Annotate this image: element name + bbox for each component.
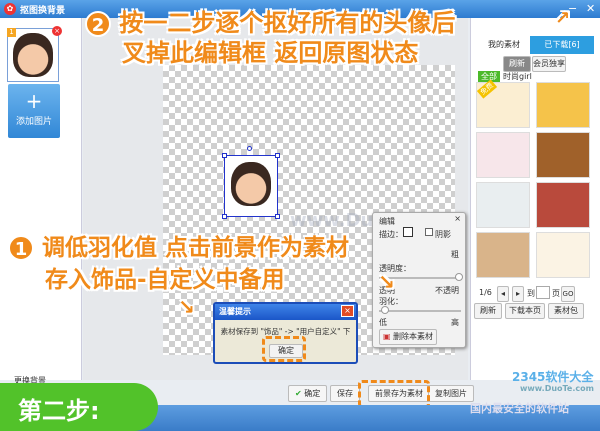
portrait-image xyxy=(13,33,53,77)
material-item[interactable] xyxy=(476,132,530,178)
step1-number: 1 xyxy=(8,235,34,261)
resize-handle[interactable] xyxy=(222,153,227,158)
material-grid: 免费 xyxy=(476,79,592,280)
stroke-color-picker[interactable] xyxy=(403,227,413,237)
transparency-knob[interactable] xyxy=(455,273,463,281)
category-label: 时尚girl xyxy=(503,72,532,81)
feather-knob[interactable] xyxy=(380,306,389,314)
stroke-label: 描边： xyxy=(379,230,403,239)
remove-thumb-icon[interactable]: × xyxy=(52,26,62,36)
goto-label: 到 xyxy=(527,289,535,298)
trash-icon: ▣ xyxy=(382,332,391,341)
dialog-close-icon[interactable]: × xyxy=(341,305,354,317)
watermark-slogan: 国内最安全的软件站 xyxy=(470,402,569,415)
confirm-button[interactable]: ✔ 确定 xyxy=(288,385,328,402)
refresh-tab[interactable]: 刷新 xyxy=(503,56,531,72)
rotate-handle[interactable] xyxy=(247,146,252,151)
material-pack-button[interactable]: 素材包 xyxy=(548,303,584,319)
next-page-button[interactable]: ▸ xyxy=(512,286,524,302)
close-button[interactable]: ✕ xyxy=(586,2,595,15)
step1-annotation: 1 调低羽化值 点击前景作为素材 xyxy=(8,228,349,262)
step2-number: 2 xyxy=(85,11,111,37)
download-page-button[interactable]: 下载本页 xyxy=(505,303,545,319)
page-indicator: 1/6 xyxy=(479,288,492,297)
tab-my-materials[interactable]: 我的素材 xyxy=(480,36,528,54)
material-item[interactable] xyxy=(536,182,590,228)
watermark-url: www.DuoTe.com xyxy=(520,384,594,393)
arrow-icon: ↗ xyxy=(555,8,571,29)
material-item[interactable] xyxy=(476,232,530,278)
shadow-checkbox[interactable] xyxy=(425,228,433,236)
resize-handle[interactable] xyxy=(275,214,280,219)
arrow-icon: ↘ xyxy=(178,295,195,319)
step1-line2: 存入饰品-自定义中备用 xyxy=(45,267,285,293)
prev-page-button[interactable]: ◂ xyxy=(497,286,509,302)
page-input[interactable] xyxy=(536,286,550,299)
material-item[interactable] xyxy=(476,182,530,228)
opaque-label: 不透明 xyxy=(435,286,459,295)
shadow-label: 阴影 xyxy=(435,230,451,239)
watermark-brand: 2345软件大全 xyxy=(512,370,594,384)
edit-panel-close-icon[interactable]: × xyxy=(454,214,461,223)
page-suffix: 页 xyxy=(552,289,560,298)
resize-handle[interactable] xyxy=(222,214,227,219)
feather-slider[interactable] xyxy=(379,310,461,312)
thumb-index: 1 xyxy=(7,28,16,37)
tab-downloaded[interactable]: 已下载[6] xyxy=(530,36,594,54)
check-icon: ✔ xyxy=(295,389,302,398)
high-label: 高 xyxy=(451,318,459,327)
arrow-icon: ↘ xyxy=(378,270,395,294)
step2-line2: 叉掉此编辑框 返回原图状态 xyxy=(122,39,419,67)
cutout-portrait[interactable] xyxy=(224,155,278,217)
save-button[interactable]: 保存 xyxy=(330,385,360,402)
resize-handle[interactable] xyxy=(275,153,280,158)
material-item[interactable] xyxy=(536,132,590,178)
portrait-image xyxy=(231,162,271,206)
edit-panel-title: 编辑 xyxy=(379,217,395,226)
add-image-label: 添加图片 xyxy=(15,117,52,127)
vip-tab[interactable]: 会员独享 xyxy=(532,56,566,72)
highlight-ok xyxy=(262,336,306,362)
delete-material-button[interactable]: ▣ 删除本素材 xyxy=(379,329,437,345)
window-title: 抠图换背景 xyxy=(20,6,66,16)
refresh-button[interactable]: 刷新 xyxy=(474,303,502,319)
confirm-label: 确定 xyxy=(304,389,321,398)
step-banner: 第二步: xyxy=(0,383,158,431)
go-button[interactable]: GO xyxy=(561,286,575,302)
add-image-button[interactable]: + 添加图片 xyxy=(8,84,60,138)
app-logo-icon: ✿ xyxy=(4,3,16,15)
highlight-save-foreground xyxy=(358,380,430,408)
copy-image-button[interactable]: 复制图片 xyxy=(428,385,474,402)
low-label: 低 xyxy=(379,318,387,327)
material-item[interactable] xyxy=(536,82,590,128)
delete-label: 删除本素材 xyxy=(393,332,434,341)
dialog-title: 温馨提示 xyxy=(215,304,356,320)
step1-line1: 调低羽化值 点击前景作为素材 xyxy=(42,235,350,261)
material-item[interactable] xyxy=(536,232,590,278)
plus-icon: + xyxy=(25,89,43,113)
thick-label: 粗 xyxy=(451,250,459,259)
